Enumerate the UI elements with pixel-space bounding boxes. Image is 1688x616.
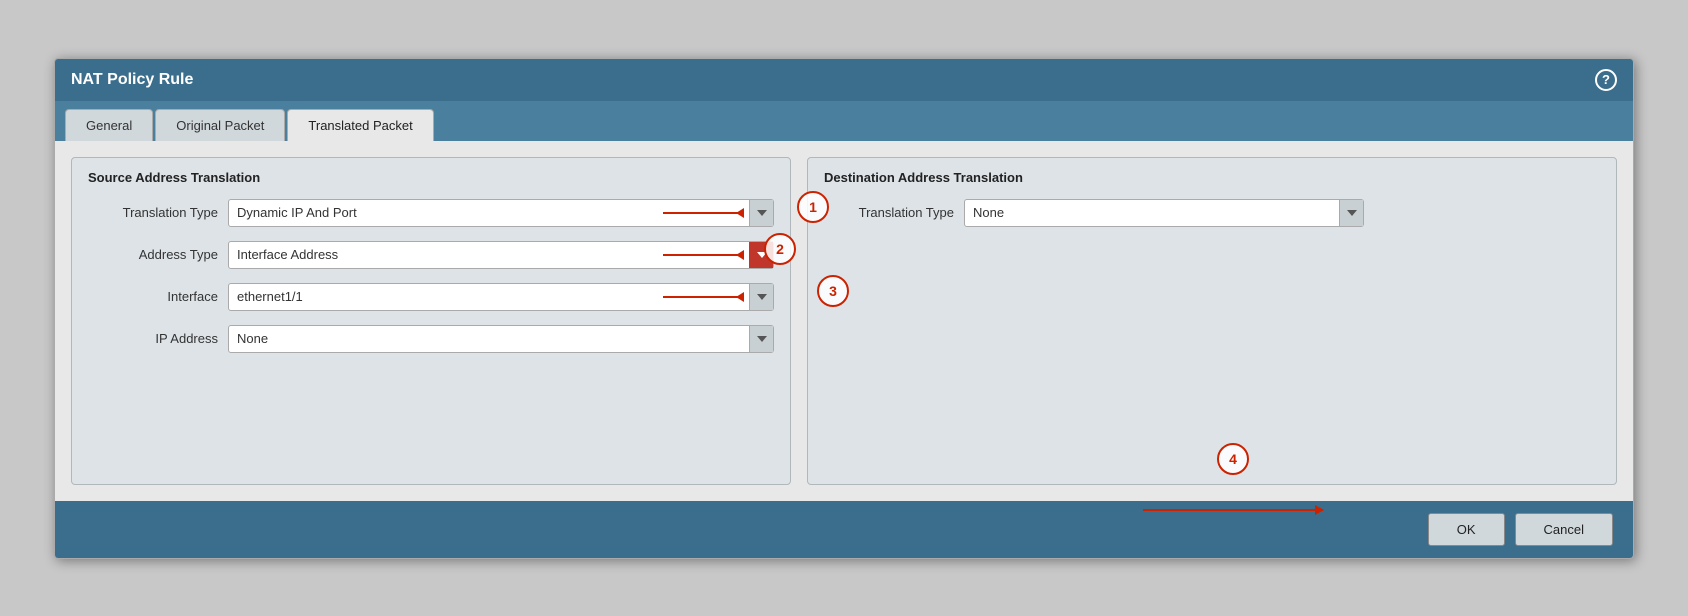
annotation-4-area: 4	[1143, 443, 1323, 511]
translation-type-label: Translation Type	[88, 205, 218, 220]
ok-button[interactable]: OK	[1428, 513, 1505, 546]
translation-type-dropdown-arrow[interactable]	[749, 200, 773, 226]
interface-dropdown-arrow[interactable]	[749, 284, 773, 310]
dest-translation-type-value: None	[965, 205, 1339, 220]
ip-address-label: IP Address	[88, 331, 218, 346]
address-type-select[interactable]: Interface Address	[228, 241, 774, 269]
tab-original-packet[interactable]: Original Packet	[155, 109, 285, 141]
arrow-down-icon	[1347, 210, 1357, 216]
arrow-down-icon	[757, 336, 767, 342]
interface-select[interactable]: ethernet1/1	[228, 283, 774, 311]
annotation-circle-4: 4	[1217, 443, 1249, 475]
ip-address-dropdown-arrow[interactable]	[749, 326, 773, 352]
nat-policy-dialog: NAT Policy Rule ? General Original Packe…	[54, 58, 1634, 559]
tab-general[interactable]: General	[65, 109, 153, 141]
translation-type-row: Translation Type Dynamic IP And Port 1	[88, 199, 774, 227]
dest-translation-type-select[interactable]: None	[964, 199, 1364, 227]
annotation-arrow-2	[663, 254, 743, 256]
address-type-row: Address Type Interface Address 2	[88, 241, 774, 269]
interface-label: Interface	[88, 289, 218, 304]
address-type-label: Address Type	[88, 247, 218, 262]
tabs-bar: General Original Packet Translated Packe…	[55, 101, 1633, 141]
dialog-footer: 4 OK Cancel	[55, 501, 1633, 558]
dialog-body: Source Address Translation Translation T…	[55, 141, 1633, 501]
dest-address-section: Destination Address Translation Translat…	[807, 157, 1617, 485]
annotation-arrow-4	[1143, 509, 1323, 511]
arrow-down-icon	[757, 210, 767, 216]
annotation-arrow-1	[663, 212, 743, 214]
source-section-title: Source Address Translation	[88, 170, 774, 185]
dest-translation-type-row: Translation Type None	[824, 199, 1600, 227]
tab-translated-packet[interactable]: Translated Packet	[287, 109, 433, 141]
annotation-circle-3: 3	[817, 275, 849, 307]
dest-section-title: Destination Address Translation	[824, 170, 1600, 185]
dest-translation-type-label: Translation Type	[824, 205, 954, 220]
source-address-section: Source Address Translation Translation T…	[71, 157, 791, 485]
dest-translation-type-dropdown-arrow[interactable]	[1339, 200, 1363, 226]
annotation-circle-2: 2	[764, 233, 796, 265]
ip-address-row: IP Address None	[88, 325, 774, 353]
dialog-header: NAT Policy Rule ?	[55, 59, 1633, 101]
arrow-right-icon	[1315, 505, 1324, 515]
ip-address-value: None	[229, 331, 749, 346]
ip-address-select[interactable]: None	[228, 325, 774, 353]
interface-row: Interface ethernet1/1 3	[88, 283, 774, 311]
arrow-down-icon	[757, 294, 767, 300]
dialog-title: NAT Policy Rule	[71, 71, 193, 89]
help-icon[interactable]: ?	[1595, 69, 1617, 91]
translation-type-select[interactable]: Dynamic IP And Port	[228, 199, 774, 227]
annotation-arrow-3	[663, 296, 743, 298]
cancel-button[interactable]: Cancel	[1515, 513, 1613, 546]
